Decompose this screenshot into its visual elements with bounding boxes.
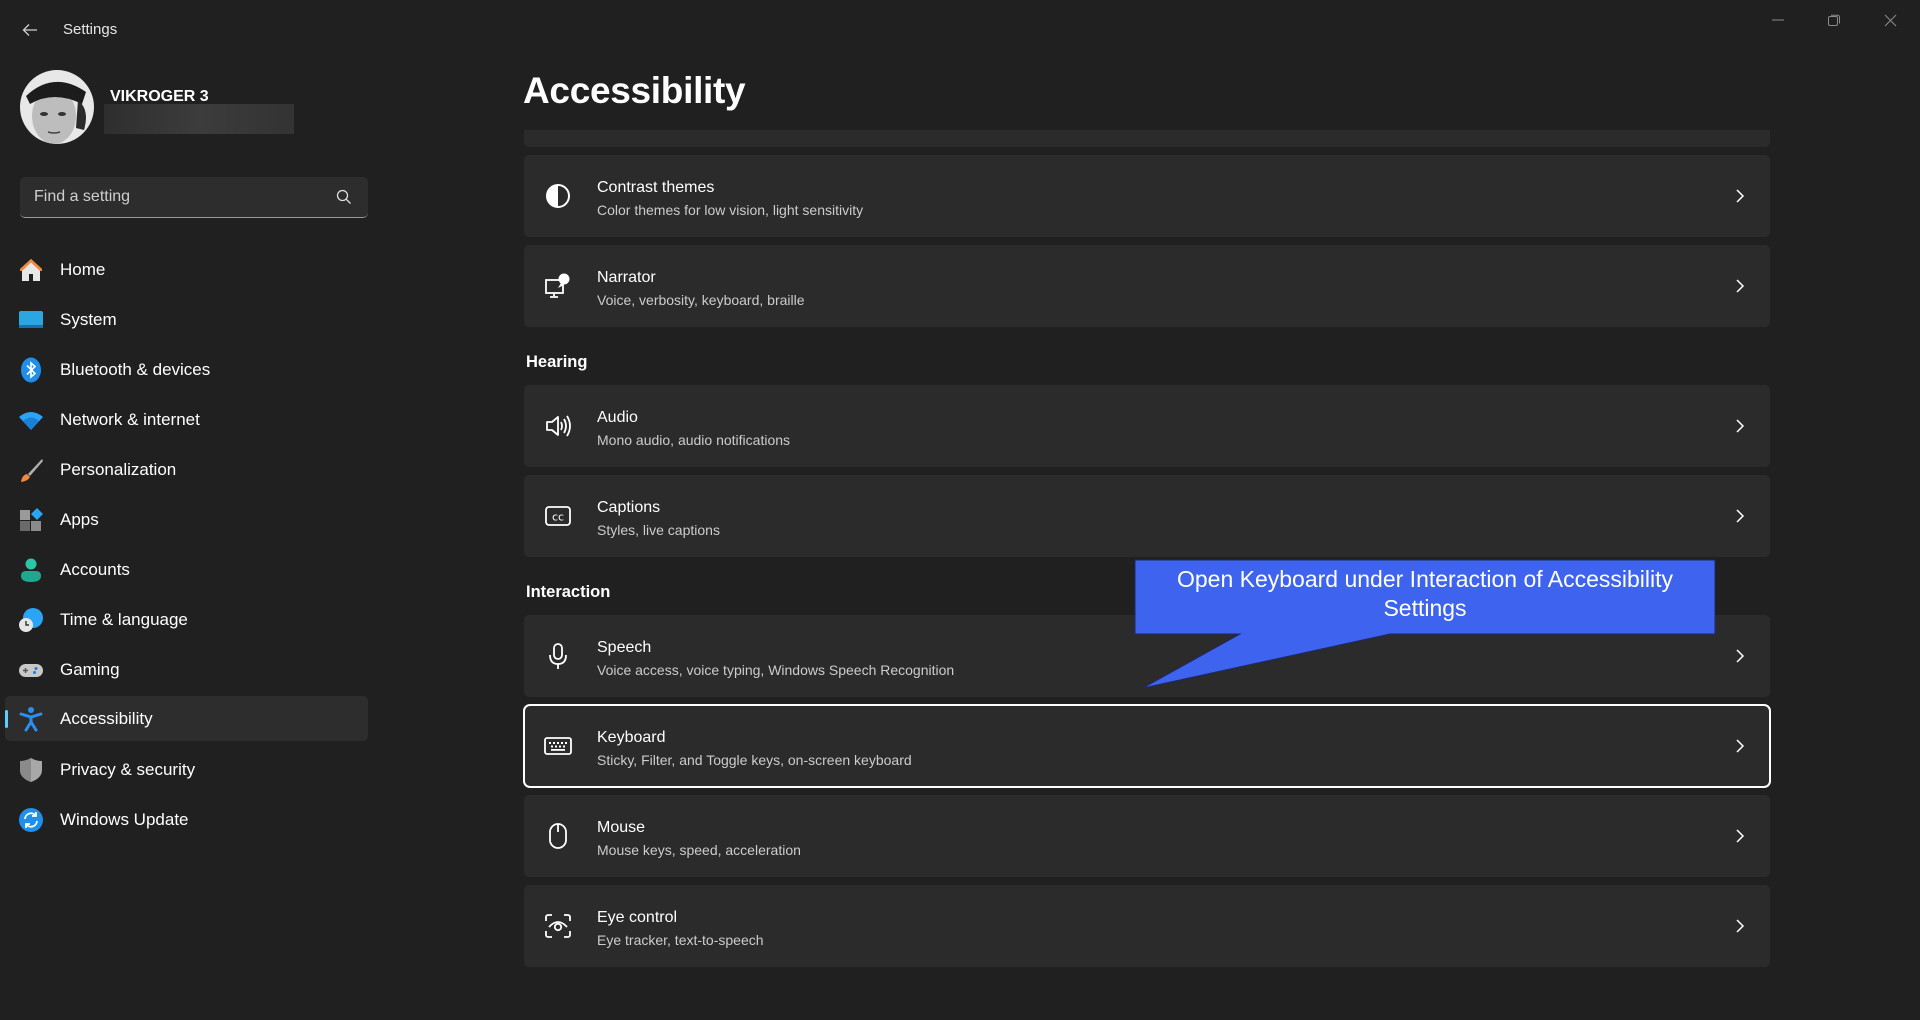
user-avatar[interactable] <box>20 70 94 144</box>
card-subtitle: Mono audio, audio notifications <box>597 432 791 448</box>
card-subtitle: Voice, verbosity, keyboard, braille <box>597 292 805 308</box>
chevron-right-icon <box>1736 509 1745 523</box>
sidebar-item-accessibility[interactable]: Accessibility <box>5 696 368 741</box>
restore-button[interactable] <box>1806 0 1862 40</box>
mouse-icon <box>549 823 567 849</box>
user-photo-icon <box>20 70 94 144</box>
globe-clock-icon <box>19 608 43 632</box>
chevron-right-icon <box>1736 829 1745 843</box>
sidebar-item-system[interactable]: System <box>5 297 368 342</box>
apps-icon <box>20 508 43 531</box>
card-mouse[interactable]: Mouse Mouse keys, speed, acceleration <box>524 795 1770 877</box>
keyboard-icon <box>544 737 572 755</box>
sidebar-item-label: Bluetooth & devices <box>60 359 211 379</box>
sidebar-item-label: Windows Update <box>60 809 189 829</box>
card-subtitle: Color themes for low vision, light sensi… <box>597 202 864 218</box>
sidebar-item-label: Accessibility <box>60 708 153 728</box>
sidebar-item-label: Gaming <box>60 659 120 679</box>
card-subtitle: Sticky, Filter, and Toggle keys, on-scre… <box>597 752 912 768</box>
search-input[interactable] <box>34 177 324 217</box>
home-icon <box>20 259 42 281</box>
card-subtitle: Voice access, voice typing, Windows Spee… <box>597 662 955 678</box>
search-icon[interactable] <box>336 189 352 205</box>
sidebar-item-time-language[interactable]: Time & language <box>5 597 368 642</box>
sidebar-item-windows-update[interactable]: Windows Update <box>5 797 368 842</box>
back-button[interactable] <box>18 18 42 42</box>
wifi-icon <box>19 412 43 430</box>
chevron-right-icon <box>1736 419 1745 433</box>
svg-text:cc: cc <box>552 511 564 524</box>
close-icon <box>1884 14 1896 26</box>
search-box[interactable] <box>20 177 368 218</box>
card-title: Keyboard <box>597 729 666 746</box>
microphone-icon <box>549 643 567 669</box>
annotation-callout-text: Open Keyboard under Interaction of Acces… <box>1176 566 1674 621</box>
card-subtitle: Mouse keys, speed, acceleration <box>597 842 801 858</box>
previous-card-partial <box>524 130 1770 147</box>
sidebar-item-home[interactable]: Home <box>5 247 368 292</box>
system-icon <box>19 311 43 328</box>
card-narrator[interactable]: Narrator Voice, verbosity, keyboard, bra… <box>524 245 1770 327</box>
card-audio[interactable]: Audio Mono audio, audio notifications <box>524 385 1770 467</box>
accessibility-icon <box>19 707 43 732</box>
card-subtitle: Eye tracker, text-to-speech <box>597 932 764 948</box>
shield-icon <box>20 758 42 782</box>
gamepad-icon <box>19 664 43 677</box>
brush-icon <box>21 459 43 482</box>
card-keyboard[interactable]: Keyboard Sticky, Filter, and Toggle keys… <box>523 704 1771 788</box>
chevron-right-icon <box>1736 189 1745 203</box>
bluetooth-icon <box>21 357 41 383</box>
chevron-right-icon <box>1736 919 1745 933</box>
minimize-icon <box>1772 19 1784 21</box>
section-heading-interaction: Interaction <box>526 583 611 601</box>
sidebar-item-gaming[interactable]: Gaming <box>5 647 368 692</box>
sidebar-item-label: Home <box>60 259 106 279</box>
sidebar-item-label: Apps <box>60 509 99 529</box>
card-title: Narrator <box>597 269 656 286</box>
sidebar-item-apps[interactable]: Apps <box>5 497 368 542</box>
person-icon <box>21 558 41 582</box>
sidebar-item-network[interactable]: Network & internet <box>5 397 368 442</box>
minimize-button[interactable] <box>1750 0 1806 40</box>
card-title: Speech <box>597 639 652 656</box>
back-arrow-icon <box>22 24 37 36</box>
sidebar-item-label: Network & internet <box>60 409 200 429</box>
captions-icon: cc <box>545 506 571 526</box>
close-button[interactable] <box>1862 0 1918 40</box>
sidebar-item-label: System <box>60 309 117 329</box>
chevron-right-icon <box>1736 279 1745 293</box>
selected-indicator <box>5 710 8 728</box>
update-icon <box>19 808 43 832</box>
card-title: Captions <box>597 499 661 516</box>
eye-control-icon <box>545 914 571 938</box>
card-title: Contrast themes <box>597 179 715 196</box>
speaker-icon <box>546 415 571 437</box>
sidebar-item-label: Accounts <box>60 559 130 579</box>
section-heading-hearing: Hearing <box>526 353 588 371</box>
card-title: Eye control <box>597 909 678 926</box>
sidebar-item-label: Personalization <box>60 459 177 479</box>
user-email-redacted <box>104 104 294 134</box>
chevron-right-icon <box>1736 649 1745 663</box>
contrast-icon <box>546 184 570 208</box>
page-title: Accessibility <box>523 70 746 111</box>
sidebar-item-personalization[interactable]: Personalization <box>5 447 368 492</box>
card-title: Mouse <box>597 819 646 836</box>
card-eye-control[interactable]: Eye control Eye tracker, text-to-speech <box>524 885 1770 967</box>
sidebar-item-accounts[interactable]: Accounts <box>5 547 368 592</box>
restore-icon <box>1827 14 1840 26</box>
card-subtitle: Styles, live captions <box>597 522 720 538</box>
card-title: Audio <box>597 409 638 426</box>
narrator-icon <box>545 273 570 298</box>
card-captions[interactable]: cc Captions Styles, live captions <box>524 475 1770 557</box>
sidebar-item-bluetooth[interactable]: Bluetooth & devices <box>5 347 368 392</box>
chevron-right-icon <box>1736 739 1745 753</box>
sidebar-item-label: Privacy & security <box>60 759 196 779</box>
app-title: Settings <box>63 21 118 38</box>
sidebar-item-privacy[interactable]: Privacy & security <box>5 747 368 792</box>
card-contrast-themes[interactable]: Contrast themes Color themes for low vis… <box>524 155 1770 237</box>
sidebar-item-label: Time & language <box>60 609 188 629</box>
